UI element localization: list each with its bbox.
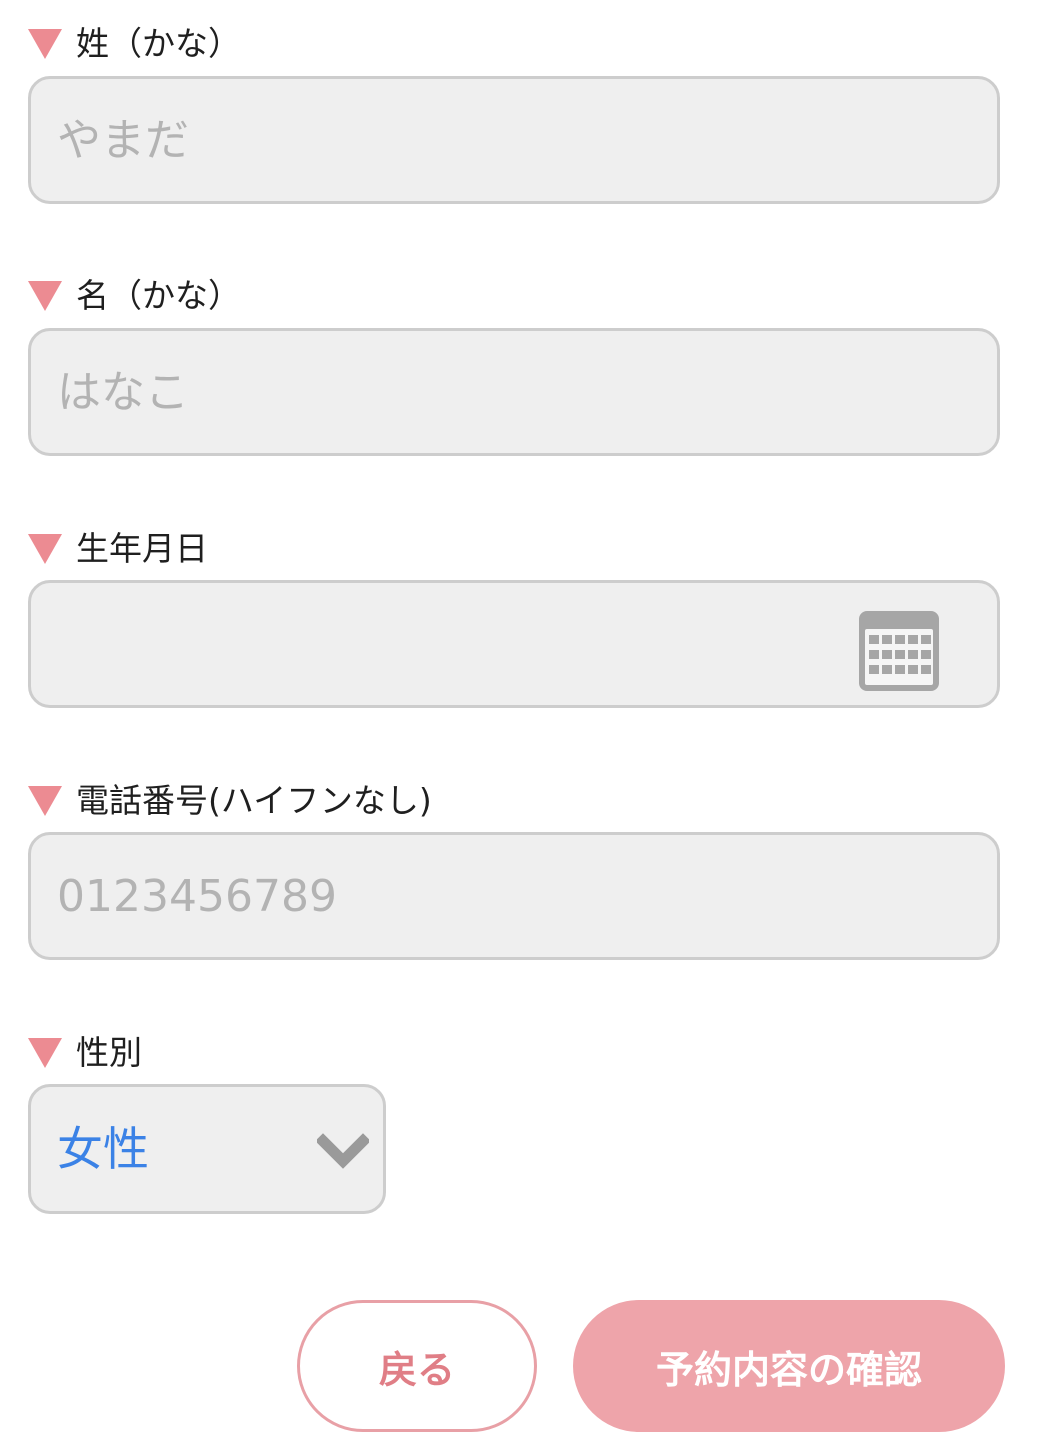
confirm-reservation-button[interactable]: 予約内容の確認	[573, 1300, 1005, 1432]
phone-field[interactable]	[28, 832, 1000, 960]
calendar-icon[interactable]	[857, 609, 941, 693]
last-name-kana-label: 姓（かな）	[28, 24, 241, 64]
gender-selected-value: 女性	[57, 1122, 149, 1176]
birthdate-field[interactable]	[28, 580, 1000, 708]
gender-label-text: 性別	[76, 1033, 142, 1072]
first-name-kana-field[interactable]	[28, 328, 1000, 456]
triangle-marker-icon	[28, 29, 62, 59]
phone-input[interactable]	[57, 835, 957, 957]
gender-label: 性別	[28, 1033, 142, 1073]
last-name-kana-label-text: 姓（かな）	[76, 24, 241, 63]
birthdate-label: 生年月日	[28, 529, 208, 569]
triangle-marker-icon	[28, 281, 62, 311]
back-button-label: 戻る	[378, 1347, 455, 1392]
first-name-kana-label-text: 名（かな）	[76, 276, 241, 315]
triangle-marker-icon	[28, 786, 62, 816]
first-name-kana-label: 名（かな）	[28, 276, 241, 316]
gender-select[interactable]: 女性	[28, 1084, 386, 1214]
confirm-reservation-button-label: 予約内容の確認	[655, 1347, 922, 1392]
triangle-marker-icon	[28, 1038, 62, 1068]
back-button[interactable]: 戻る	[297, 1300, 537, 1432]
birthdate-input[interactable]	[57, 583, 837, 705]
first-name-kana-input[interactable]	[57, 331, 957, 453]
chevron-down-icon	[317, 1133, 369, 1169]
last-name-kana-input[interactable]	[57, 79, 957, 201]
phone-label: 電話番号(ハイフンなし)	[28, 781, 432, 821]
birthdate-label-text: 生年月日	[76, 529, 208, 568]
last-name-kana-field[interactable]	[28, 76, 1000, 204]
triangle-marker-icon	[28, 534, 62, 564]
phone-label-text: 電話番号(ハイフンなし)	[76, 781, 432, 820]
